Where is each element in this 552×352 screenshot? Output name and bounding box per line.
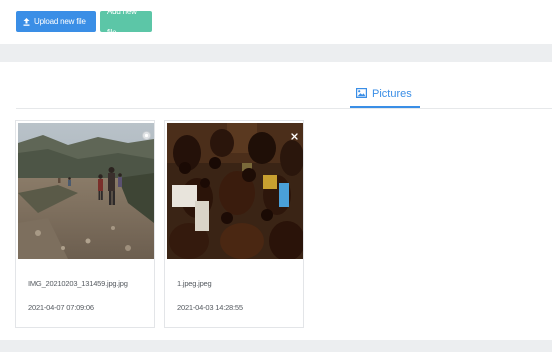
file-date: 2021-04-03 14:28:55 (177, 303, 243, 312)
footer-band (0, 340, 552, 352)
file-thumbnail[interactable] (167, 123, 303, 259)
section-divider (0, 44, 552, 62)
tab-pictures[interactable]: Pictures (350, 80, 420, 108)
add-new-file-button[interactable]: Add new file (100, 7, 152, 37)
toolbar: Upload new file Add new file (16, 7, 152, 37)
upload-new-file-button[interactable]: Upload new file (16, 11, 96, 32)
file-manager-page: Upload new file Add new file Pictures IM… (0, 0, 552, 352)
file-card[interactable]: IMG_20210203_131459.jpg.jpg 2021-04-07 0… (15, 120, 155, 328)
file-name: 1.jpeg.jpeg (177, 279, 212, 288)
close-icon[interactable] (291, 127, 298, 145)
file-name: IMG_20210203_131459.jpg.jpg (28, 279, 128, 288)
file-card[interactable]: 1.jpeg.jpeg 2021-04-03 14:28:55 (164, 120, 304, 328)
file-date: 2021-04-07 07:09:06 (28, 303, 94, 312)
active-tab-indicator (350, 106, 420, 108)
upload-icon (23, 17, 30, 26)
file-thumbnail[interactable] (18, 123, 154, 259)
circle-icon[interactable] (142, 127, 151, 145)
tabs-bottom-border (16, 108, 552, 109)
add-new-file-label: Add new file (107, 6, 137, 37)
tab-pictures-label: Pictures (372, 88, 412, 100)
image-icon (356, 87, 368, 101)
upload-new-file-label: Upload new file (34, 17, 86, 26)
